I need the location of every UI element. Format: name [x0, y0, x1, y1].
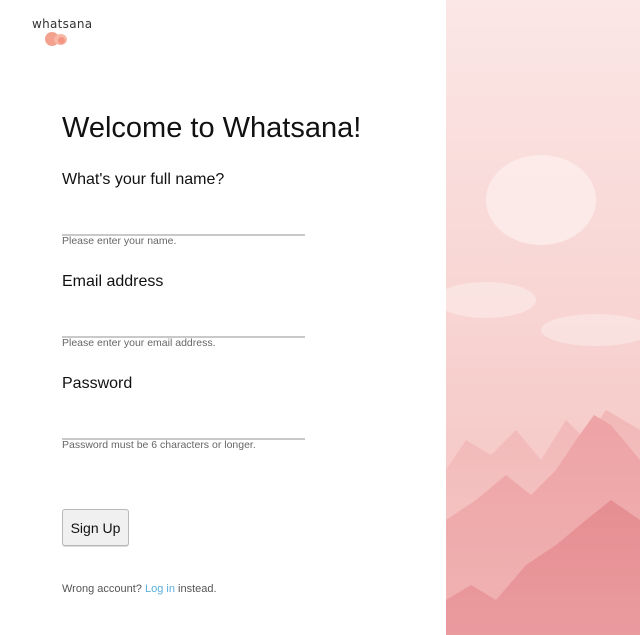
footer-prefix: Wrong account?: [62, 583, 145, 595]
password-hint: Password must be 6 characters or longer.: [62, 439, 256, 451]
brand-name: whatsana: [32, 17, 93, 31]
sign-up-button[interactable]: Sign Up: [62, 509, 129, 546]
password-field[interactable]: [62, 416, 305, 440]
password-label: Password: [62, 375, 133, 392]
brand-logo: whatsana: [32, 17, 93, 46]
email-hint: Please enter your email address.: [62, 337, 216, 349]
name-label: What's your full name?: [62, 171, 225, 188]
whatsana-logo-icon: [45, 32, 71, 46]
log-in-link[interactable]: Log in: [145, 583, 175, 595]
page-title: Welcome to Whatsana!: [62, 112, 362, 144]
name-hint: Please enter your name.: [62, 235, 177, 247]
name-field[interactable]: [62, 212, 305, 236]
email-field[interactable]: [62, 314, 305, 338]
footer-text: Wrong account? Log in instead.: [62, 583, 217, 595]
footer-suffix: instead.: [174, 583, 217, 595]
mountain-art: [446, 0, 640, 635]
mountain-illustration: [446, 0, 640, 635]
signup-panel: whatsana Welcome to Whatsana! What's you…: [0, 0, 446, 635]
email-label: Email address: [62, 273, 164, 290]
